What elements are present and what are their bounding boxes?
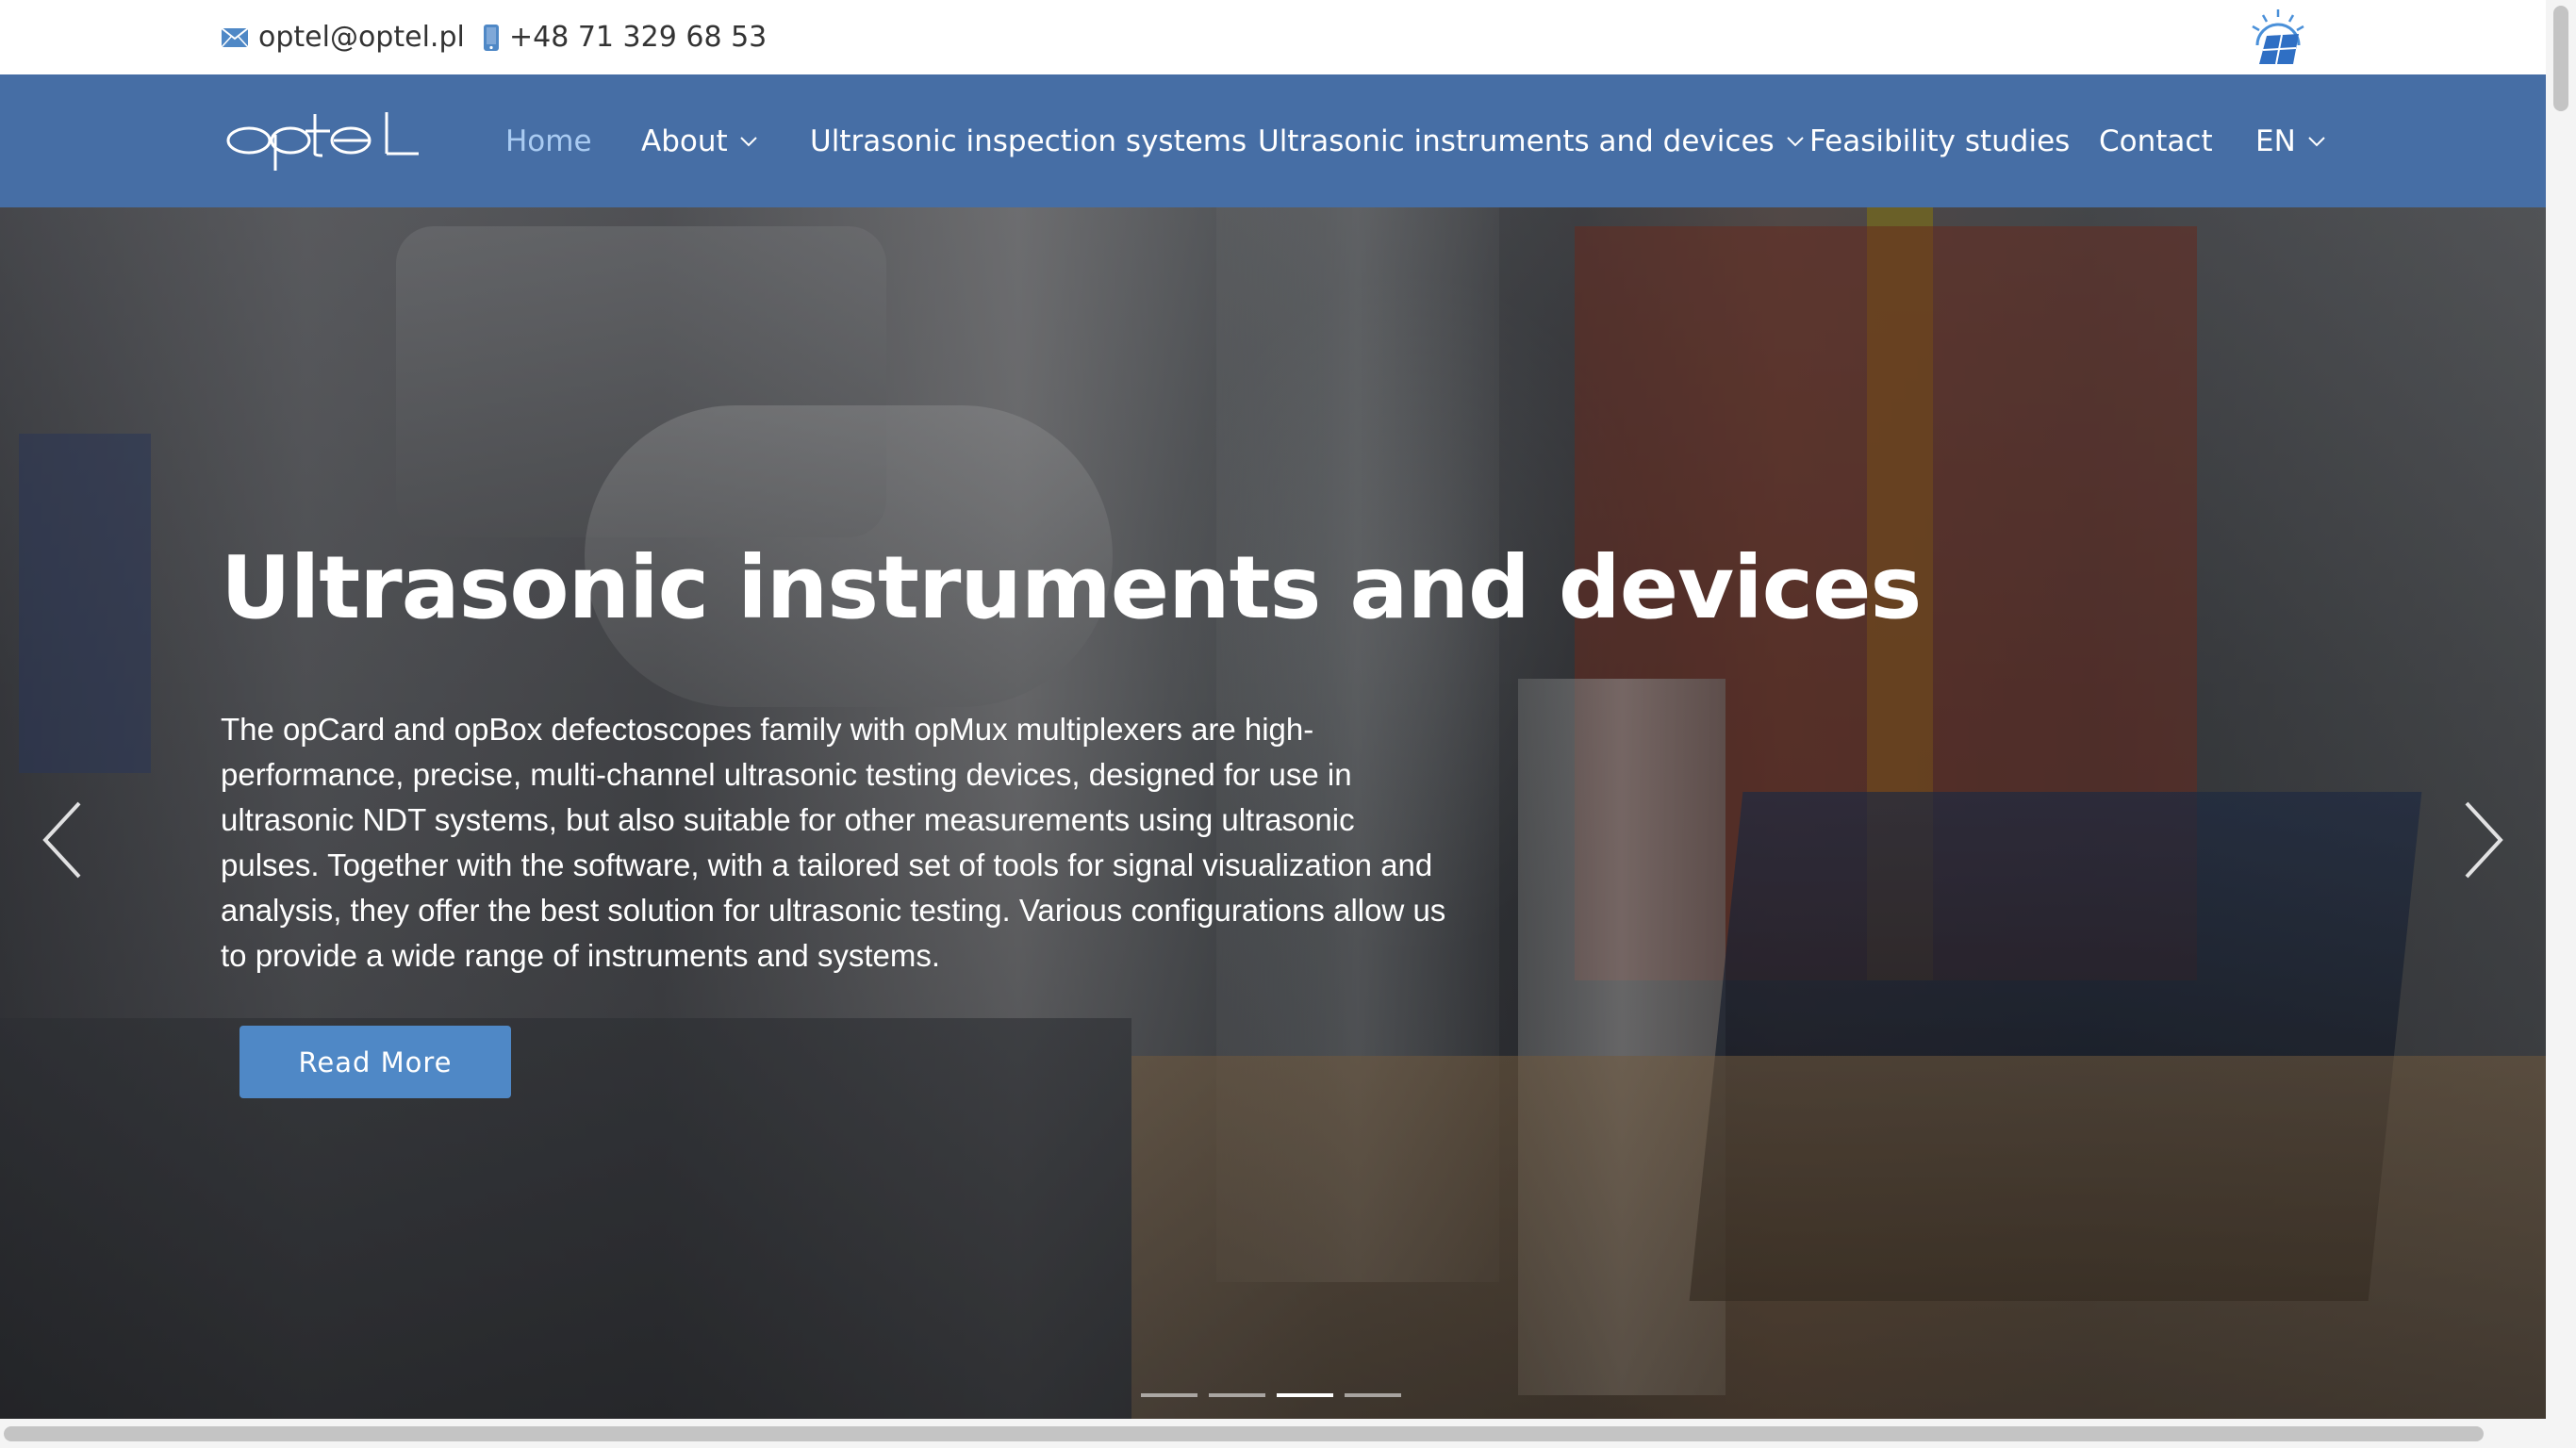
carousel-next-button[interactable]	[2455, 798, 2512, 882]
carousel-indicator[interactable]	[1141, 1393, 1197, 1397]
carousel-indicator[interactable]	[1209, 1393, 1265, 1397]
carousel-indicator[interactable]	[1345, 1393, 1401, 1397]
horizontal-scrollbar-thumb[interactable]	[4, 1426, 2484, 1441]
vertical-scrollbar[interactable]	[2546, 0, 2576, 1448]
nav-contact[interactable]: Contact	[2099, 74, 2213, 207]
nav-home-label[interactable]: Home	[505, 124, 592, 158]
carousel-indicator-active[interactable]	[1277, 1393, 1333, 1397]
nav-ultrasonic-instruments[interactable]: Ultrasonic instruments and devices	[1258, 74, 1805, 207]
email-contact[interactable]: optel@optel.pl	[221, 0, 465, 74]
hero-carousel: Ultrasonic instruments and devices The o…	[0, 207, 2546, 1419]
hero-description-line: performance, precise, multi-channel ultr…	[221, 757, 1352, 792]
hero-description-line: to provide a wide range of instruments a…	[221, 938, 941, 973]
envelope-icon	[221, 26, 249, 48]
read-more-button[interactable]: Read More	[239, 1026, 511, 1098]
nav-home[interactable]: Home	[505, 74, 592, 207]
hero-description-line: pulses. Together with the software, with…	[221, 847, 1433, 882]
chevron-right-icon[interactable]	[2455, 798, 2512, 882]
hero-description-line: analysis, they offer the best solution f…	[221, 893, 1446, 928]
chevron-down-icon[interactable]	[739, 136, 758, 147]
chevron-down-icon[interactable]	[1786, 136, 1805, 147]
vertical-scrollbar-thumb[interactable]	[2553, 6, 2568, 111]
nav-feasibility-label[interactable]: Feasibility studies	[1809, 124, 2070, 158]
main-navbar: Home About Ultrasonic inspection systems…	[0, 74, 2546, 207]
nav-ultrasonic-inspection-systems[interactable]: Ultrasonic inspection systems	[810, 74, 1247, 207]
nav-feasibility-studies[interactable]: Feasibility studies	[1809, 74, 2070, 207]
hero-description-line: The opCard and opBox defectoscopes famil…	[221, 712, 1314, 747]
phone-contact[interactable]: +48 71 329 68 53	[483, 0, 767, 74]
top-info-bar: optel@optel.pl +48 71 329 68 53	[0, 0, 2546, 74]
nav-inspection-label[interactable]: Ultrasonic inspection systems	[810, 124, 1247, 158]
horizontal-scrollbar[interactable]	[0, 1419, 2546, 1448]
nav-about-label[interactable]: About	[641, 124, 728, 158]
email-text[interactable]: optel@optel.pl	[258, 21, 465, 54]
nav-language[interactable]: EN	[2255, 74, 2326, 207]
sun-solar-panel-icon[interactable]	[2244, 8, 2312, 68]
carousel-prev-button[interactable]	[34, 798, 91, 882]
nav-language-label[interactable]: EN	[2255, 124, 2296, 158]
hero-description-line: ultrasonic NDT systems, but also suitabl…	[221, 802, 1355, 837]
nav-instruments-label[interactable]: Ultrasonic instruments and devices	[1258, 124, 1775, 158]
mobile-phone-icon	[483, 24, 500, 52]
chevron-down-icon[interactable]	[2307, 136, 2326, 147]
phone-text[interactable]: +48 71 329 68 53	[509, 21, 767, 54]
main-menu: Home About Ultrasonic inspection systems…	[0, 74, 2546, 207]
carousel-indicators	[1141, 1393, 1401, 1397]
hero-description: The opCard and opBox defectoscopes famil…	[221, 707, 1503, 979]
nav-about[interactable]: About	[641, 74, 758, 207]
nav-contact-label[interactable]: Contact	[2099, 124, 2213, 158]
hero-title: Ultrasonic instruments and devices	[221, 537, 1922, 638]
chevron-left-icon[interactable]	[34, 798, 91, 882]
